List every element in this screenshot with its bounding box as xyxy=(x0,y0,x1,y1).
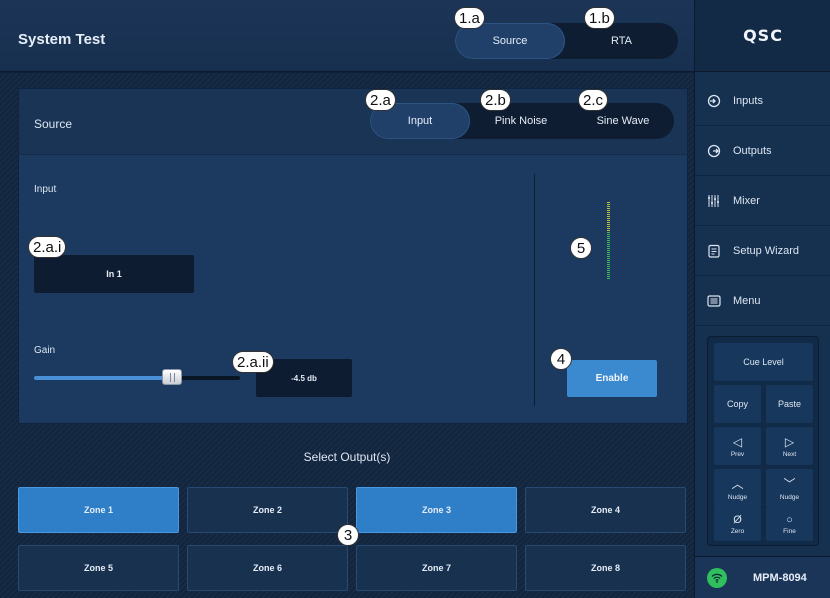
input-icon xyxy=(707,94,721,108)
sidebar-item-outputs[interactable]: Outputs xyxy=(695,126,830,176)
gain-slider-track[interactable] xyxy=(34,376,240,380)
paste-label: Paste xyxy=(777,399,801,409)
sidebar-item-label: Menu xyxy=(733,294,761,307)
callout-2c: 2.c xyxy=(578,89,609,111)
zone-2-button[interactable]: Zone 2 xyxy=(187,487,348,533)
prev-icon: ◁ xyxy=(732,434,743,449)
fine-label: Fine xyxy=(783,527,796,535)
nudge-down-label: Nudge xyxy=(779,494,800,501)
gain-label: Gain xyxy=(34,345,56,356)
qsc-logo: QSC xyxy=(743,26,783,45)
copy-label: Copy xyxy=(726,399,748,409)
input-label: Input xyxy=(34,184,57,195)
prev-label: Prev xyxy=(730,450,745,458)
next-icon: ▷ xyxy=(784,434,795,449)
output-icon xyxy=(707,144,721,158)
zero-label: Zero xyxy=(730,527,745,535)
next-label: Next xyxy=(782,450,797,458)
zero-button[interactable]: Ø Zero xyxy=(714,507,761,541)
control-pad: Cue Level Copy Paste ◁ Prev ▷ Next ︿ Nud… xyxy=(707,336,819,546)
source-type-tab-group: Input Pink Noise Sine Wave xyxy=(370,103,674,139)
callout-1b: 1.b xyxy=(584,7,615,29)
sidebar-item-label: Inputs xyxy=(733,94,763,107)
callout-4: 4 xyxy=(550,348,572,370)
zone-3-button[interactable]: Zone 3 xyxy=(356,487,517,533)
callout-2b: 2.b xyxy=(480,89,511,111)
zone-5-button[interactable]: Zone 5 xyxy=(18,545,179,591)
sidebar-item-inputs[interactable]: Inputs xyxy=(695,76,830,126)
status-bar: MPM-8094 xyxy=(695,556,830,598)
callout-2aii: 2.a.ii xyxy=(232,351,274,373)
callout-1a: 1.a xyxy=(454,7,485,29)
prev-button[interactable]: ◁ Prev xyxy=(714,427,761,465)
nudge-up-label: Nudge xyxy=(727,494,748,501)
callout-3: 3 xyxy=(337,524,359,546)
callout-2ai: 2.a.i xyxy=(28,236,67,258)
sidebar-item-label: Outputs xyxy=(733,144,772,157)
copy-button[interactable]: Copy xyxy=(714,385,761,423)
select-outputs-label: Select Output(s) xyxy=(303,450,391,464)
input-select-field[interactable]: In 1 xyxy=(34,255,194,293)
source-panel-title: Source xyxy=(34,117,73,131)
meter-divider xyxy=(534,174,535,406)
zone-4-button[interactable]: Zone 4 xyxy=(525,487,686,533)
fine-icon: ○ xyxy=(786,513,793,526)
wifi-icon[interactable] xyxy=(707,567,727,588)
callout-5: 5 xyxy=(570,237,592,259)
zone-6-button[interactable]: Zone 6 xyxy=(187,545,348,591)
enable-button[interactable]: Enable xyxy=(567,360,657,397)
cue-level-label: Cue Level xyxy=(743,357,784,367)
zero-icon: Ø xyxy=(733,513,742,526)
sidebar: QSC Inputs Outputs Mixer Setup Wizard Me… xyxy=(694,0,830,598)
zone-1-button[interactable]: Zone 1 xyxy=(18,487,179,533)
menu-icon xyxy=(707,294,721,308)
wizard-icon xyxy=(707,244,721,258)
paste-button[interactable]: Paste xyxy=(766,385,813,423)
nudge-down-button[interactable]: ﹀ Nudge xyxy=(766,469,813,507)
sidebar-item-mixer[interactable]: Mixer xyxy=(695,176,830,226)
nudge-up-icon: ︿ xyxy=(731,477,744,491)
page-title: System Test xyxy=(18,31,106,48)
callout-2a: 2.a xyxy=(365,89,396,111)
cue-level-button[interactable]: Cue Level xyxy=(714,343,813,381)
gain-slider-handle[interactable] xyxy=(162,369,183,385)
device-name: MPM-8094 xyxy=(753,571,807,584)
sidebar-item-label: Mixer xyxy=(733,194,760,207)
sidebar-item-menu[interactable]: Menu xyxy=(695,276,830,326)
sidebar-item-label: Setup Wizard xyxy=(733,244,800,257)
level-meter-low-segment xyxy=(607,232,610,280)
tab-rta[interactable]: RTA xyxy=(565,23,678,59)
mode-tab-group: Source RTA xyxy=(455,23,678,59)
mixer-icon xyxy=(707,194,721,208)
sidebar-item-setup-wizard[interactable]: Setup Wizard xyxy=(695,226,830,276)
gain-slider-fill xyxy=(34,376,173,380)
fine-button[interactable]: ○ Fine xyxy=(766,507,813,541)
nudge-up-button[interactable]: ︿ Nudge xyxy=(714,469,761,507)
next-button[interactable]: ▷ Next xyxy=(766,427,813,465)
logo-area: QSC xyxy=(695,0,830,72)
zone-8-button[interactable]: Zone 8 xyxy=(525,545,686,591)
zone-7-button[interactable]: Zone 7 xyxy=(356,545,517,591)
nudge-down-icon: ﹀ xyxy=(783,477,796,491)
